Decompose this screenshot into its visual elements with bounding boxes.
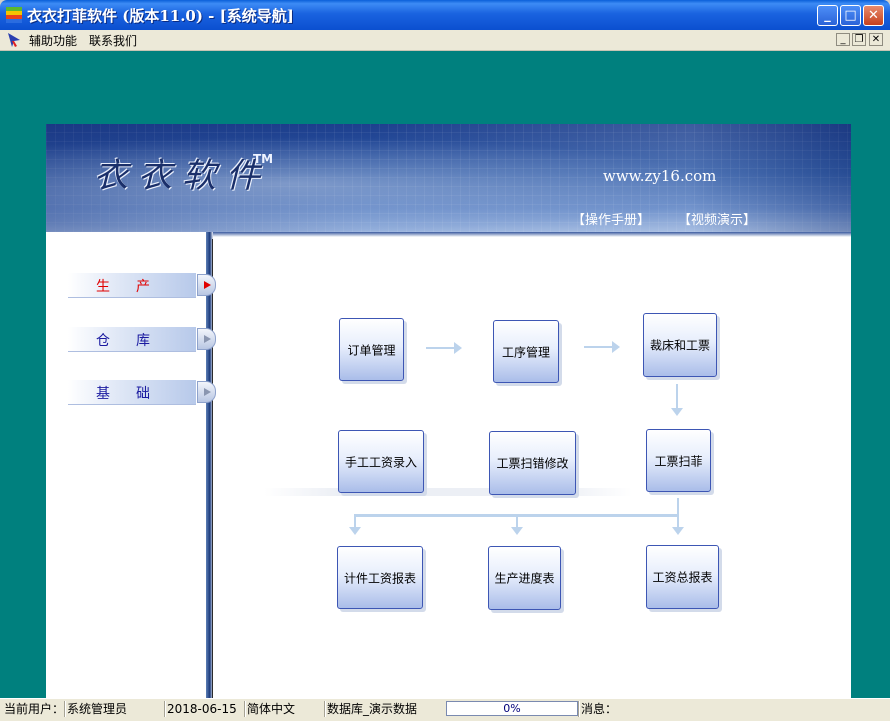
menu-bar: 辅助功能 联系我们 _ ❐ ✕	[0, 30, 890, 51]
status-separator	[324, 701, 326, 717]
progress-bar: 0%	[446, 701, 578, 716]
node-label: 订单管理	[347, 343, 396, 357]
flow-arrow-down	[672, 527, 684, 535]
current-user-label: 当前用户：	[4, 702, 65, 716]
flow-line	[516, 514, 518, 527]
website-text: www.zy16.com	[603, 167, 717, 185]
status-separator	[64, 701, 66, 717]
nav-divider-line	[212, 239, 213, 698]
flow-line	[677, 498, 679, 514]
node-ticket-scan[interactable]: 工票扫菲	[646, 429, 711, 492]
menu-assist[interactable]: 辅助功能	[29, 32, 77, 49]
flow-arrow-down	[671, 408, 683, 416]
nav-production[interactable]: 生产	[68, 273, 216, 298]
status-database: 数据库_演示数据	[327, 702, 418, 716]
node-label: 计件工资报表	[343, 571, 416, 585]
content-top-border	[213, 232, 851, 237]
maximize-button[interactable]: □	[840, 5, 861, 26]
node-cutting-tickets[interactable]: 裁床和工票	[643, 313, 717, 377]
play-arrow-icon	[197, 328, 216, 350]
current-user: 系统管理员	[67, 702, 128, 716]
node-label: 生产进度表	[494, 571, 555, 586]
app-menu-icon[interactable]	[6, 32, 22, 48]
brand-logo: 衣衣软件	[94, 156, 270, 196]
node-label: 工资总报表	[652, 570, 713, 585]
window-title: 衣衣打菲软件 (版本11.0) - [系统导航]	[27, 7, 294, 25]
title-bar[interactable]: 衣衣打菲软件 (版本11.0) - [系统导航] _ □ ✕	[0, 0, 890, 30]
trademark: TM	[253, 152, 274, 166]
child-restore-button[interactable]: ❐	[852, 33, 866, 46]
status-language: 简体中文	[247, 702, 296, 716]
flow-line	[354, 514, 356, 527]
menu-contact[interactable]: 联系我们	[89, 32, 137, 49]
status-bar: 当前用户： 系统管理员 2018-06-15 简体中文 数据库_演示数据 0% …	[0, 698, 890, 721]
app-icon[interactable]	[6, 7, 22, 23]
node-label: 工票扫错修改	[496, 456, 569, 471]
node-manual-wage-entry[interactable]: 手工工资录入	[338, 430, 424, 493]
node-label: 工序管理	[501, 345, 550, 359]
node-order-management[interactable]: 订单管理	[339, 318, 404, 381]
minimize-button[interactable]: _	[817, 5, 838, 26]
flow-line	[677, 514, 679, 527]
node-label: 工票扫菲	[654, 454, 703, 468]
flow-arrow-down	[511, 527, 523, 535]
child-minimize-button[interactable]: _	[836, 33, 850, 46]
flow-arrow-down	[349, 527, 361, 535]
flow-line	[676, 384, 678, 408]
nav-warehouse-label: 仓库	[96, 333, 176, 349]
nav-basic[interactable]: 基础	[68, 380, 216, 405]
nav-production-label: 生产	[96, 279, 176, 295]
play-arrow-icon	[197, 381, 216, 403]
progress-text: 0%	[503, 702, 521, 715]
node-label: 裁床和工票	[649, 338, 710, 353]
node-production-progress[interactable]: 生产进度表	[488, 546, 561, 610]
status-separator	[164, 701, 166, 717]
banner: 衣衣软件 TM www.zy16.com 【操作手册】 【视频演示】	[46, 124, 851, 232]
node-label: 手工工资录入	[344, 455, 417, 469]
node-ticket-scan-correction[interactable]: 工票扫错修改	[489, 431, 576, 495]
child-close-button[interactable]: ✕	[869, 33, 883, 46]
manual-link[interactable]: 【操作手册】	[572, 209, 650, 228]
close-button[interactable]: ✕	[863, 5, 884, 26]
status-date: 2018-06-15	[167, 702, 237, 716]
node-wage-summary-report[interactable]: 工资总报表	[646, 545, 719, 609]
play-arrow-icon	[197, 274, 216, 296]
flow-arrow-right	[584, 341, 620, 353]
navigation-panel: 衣衣软件 TM www.zy16.com 【操作手册】 【视频演示】 生产 仓库…	[46, 124, 851, 698]
status-separator	[578, 701, 580, 717]
node-process-management[interactable]: 工序管理	[493, 320, 559, 383]
video-link[interactable]: 【视频演示】	[678, 209, 756, 228]
nav-warehouse[interactable]: 仓库	[68, 327, 216, 352]
message-label: 消息：	[581, 702, 618, 716]
flow-arrow-right	[426, 342, 462, 354]
shadow-band	[264, 488, 632, 496]
status-separator	[244, 701, 246, 717]
node-piecework-wage-report[interactable]: 计件工资报表	[337, 546, 423, 609]
nav-basic-label: 基础	[96, 386, 176, 402]
